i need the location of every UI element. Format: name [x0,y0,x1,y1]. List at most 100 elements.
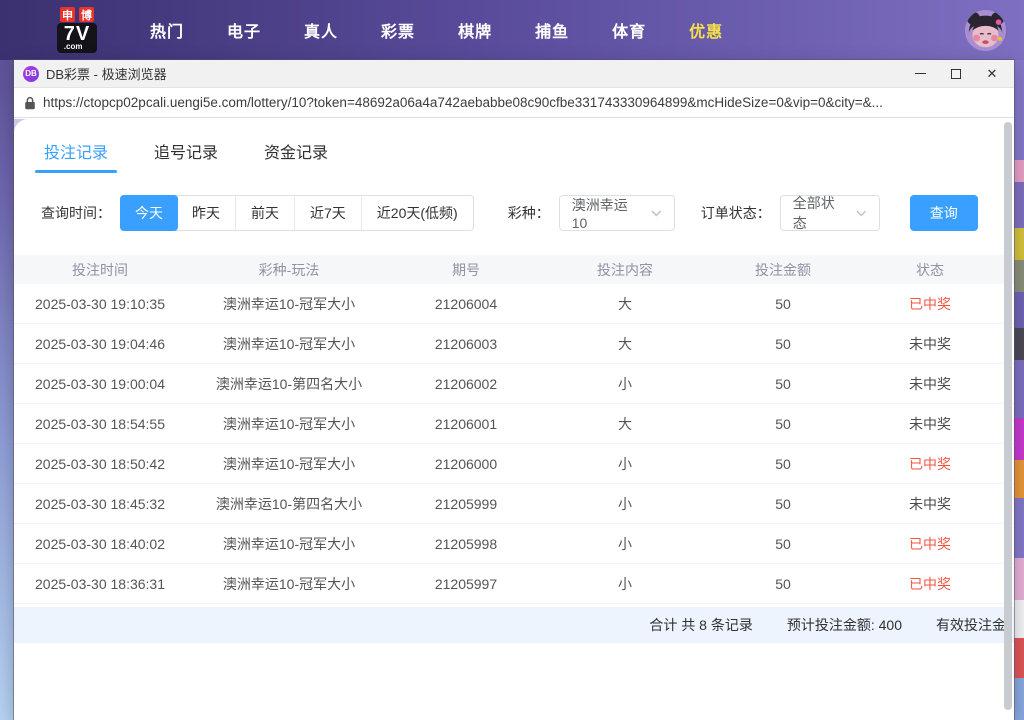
game-type-cell: 澳洲幸运10-冠军大小 [186,574,392,594]
status-cell: 未中奖 [856,494,1004,514]
time-option-yesterday[interactable]: 昨天 [177,196,235,230]
bet-content-cell: 大 [540,334,710,354]
nav-item-promo[interactable]: 优惠 [689,18,723,42]
issue-cell: 21206000 [392,456,540,472]
game-type-cell: 澳洲幸运10-第四名大小 [186,494,392,514]
col-header-amount: 投注金额 [710,260,856,280]
order-status-select[interactable]: 全部状态 [780,195,880,231]
time-option-daybefore[interactable]: 前天 [235,196,294,230]
nav-item-electronic[interactable]: 电子 [227,18,261,42]
site-logo[interactable]: 申 博 7V .com [44,7,110,53]
search-button[interactable]: 查询 [910,195,978,231]
status-cell: 已中奖 [856,294,1004,314]
maximize-button[interactable] [938,60,974,87]
nav-item-chess[interactable]: 棋牌 [458,18,492,42]
time-option-20days[interactable]: 近20天(低频) [361,196,473,230]
lottery-select[interactable]: 澳洲幸运10 [559,195,675,231]
filter-bar: 查询时间： 今天 昨天 前天 近7天 近20天(低频) 彩种： 澳洲幸运10 [41,195,1014,231]
bet-time-cell: 2025-03-30 19:04:46 [14,336,186,352]
record-tabs: 投注记录 追号记录 资金记录 [14,119,1014,175]
bet-time-cell: 2025-03-30 18:40:02 [14,536,186,552]
bet-content-cell: 小 [540,534,710,554]
bet-content-cell: 小 [540,574,710,594]
col-header-issue: 期号 [392,260,540,280]
browser-address-bar[interactable]: https://ctopcp02pcali.uengi5e.com/lotter… [14,88,1014,118]
scrollbar-thumb[interactable] [1004,122,1012,710]
bet-time-cell: 2025-03-30 18:36:31 [14,576,186,592]
game-type-cell: 澳洲幸运10-冠军大小 [186,294,392,314]
bet-amount-cell: 50 [710,376,856,392]
status-cell: 已中奖 [856,574,1004,594]
time-option-7days[interactable]: 近7天 [294,196,361,230]
bet-time-cell: 2025-03-30 18:50:42 [14,456,186,472]
minimize-icon [915,73,926,74]
status-cell: 未中奖 [856,374,1004,394]
bet-records-table: 投注时间 彩种-玩法 期号 投注内容 投注金额 状态 2025-03-30 19… [14,255,1014,643]
game-type-cell: 澳洲幸运10-第四名大小 [186,374,392,394]
nav-item-live[interactable]: 真人 [304,18,338,42]
chevron-down-icon [856,210,867,217]
nav-item-fishing[interactable]: 捕鱼 [535,18,569,42]
table-row: 2025-03-30 18:36:31 澳洲幸运10-冠军大小 21205997… [14,564,1014,604]
time-option-today[interactable]: 今天 [120,195,178,231]
issue-cell: 21205999 [392,496,540,512]
bet-time-cell: 2025-03-30 18:45:32 [14,496,186,512]
issue-cell: 21205998 [392,536,540,552]
bet-amount-cell: 50 [710,456,856,472]
tab-bet-records[interactable]: 投注记录 [41,135,111,175]
tab-fund-records[interactable]: 资金记录 [261,135,331,175]
issue-cell: 21206004 [392,296,540,312]
nav-item-lottery[interactable]: 彩票 [381,18,415,42]
lock-icon [24,96,36,110]
logo-badge-shen: 申 [60,7,75,22]
nav-item-hot[interactable]: 热门 [150,18,184,42]
nav-item-sports[interactable]: 体育 [612,18,646,42]
minimize-button[interactable] [902,60,938,87]
table-row: 2025-03-30 18:50:42 澳洲幸运10-冠军大小 21206000… [14,444,1014,484]
bet-amount-cell: 50 [710,536,856,552]
bet-amount-cell: 50 [710,576,856,592]
issue-cell: 21205997 [392,576,540,592]
bet-time-cell: 2025-03-30 19:00:04 [14,376,186,392]
col-header-time: 投注时间 [14,260,186,280]
bet-content-cell: 小 [540,494,710,514]
lottery-filter-label: 彩种： [508,203,550,223]
logo-badges: 申 博 [60,7,94,22]
time-range-group: 今天 昨天 前天 近7天 近20天(低频) [120,195,474,231]
close-button[interactable] [974,60,1010,87]
issue-cell: 21206002 [392,376,540,392]
summary-expected: 预计投注金额: 400 [787,615,902,635]
summary-bar: 合计 共 8 条记录 预计投注金额: 400 有效投注金 [14,607,1014,643]
scrollbar[interactable] [1004,122,1012,710]
table-row: 2025-03-30 19:00:04 澳洲幸运10-第四名大小 2120600… [14,364,1014,404]
game-type-cell: 澳洲幸运10-冠军大小 [186,534,392,554]
close-icon [987,65,998,83]
table-row: 2025-03-30 19:04:46 澳洲幸运10-冠军大小 21206003… [14,324,1014,364]
status-cell: 未中奖 [856,414,1004,434]
records-panel: 投注记录 追号记录 资金记录 查询时间： 今天 昨天 前天 近7天 近20天(低… [14,119,1014,720]
game-type-cell: 澳洲幸运10-冠军大小 [186,334,392,354]
maximize-icon [951,69,961,79]
browser-titlebar[interactable]: DB DB彩票 - 极速浏览器 [14,60,1014,88]
table-row: 2025-03-30 18:54:55 澳洲幸运10-冠军大小 21206001… [14,404,1014,444]
logo-badge-bo: 博 [79,7,94,22]
tab-chase-records[interactable]: 追号记录 [151,135,221,175]
window-title: DB彩票 - 极速浏览器 [46,64,167,83]
summary-total: 合计 共 8 条记录 [649,615,752,635]
user-avatar[interactable] [963,8,1008,53]
bet-content-cell: 大 [540,294,710,314]
bet-content-cell: 小 [540,374,710,394]
issue-cell: 21206003 [392,336,540,352]
bet-content-cell: 大 [540,414,710,434]
game-type-cell: 澳洲幸运10-冠军大小 [186,454,392,474]
bet-content-cell: 小 [540,454,710,474]
browser-app-icon: DB [23,66,39,82]
game-type-cell: 澳洲幸运10-冠军大小 [186,414,392,434]
table-header-row: 投注时间 彩种-玩法 期号 投注内容 投注金额 状态 [14,255,1014,284]
table-row: 2025-03-30 18:45:32 澳洲幸运10-第四名大小 2120599… [14,484,1014,524]
col-header-status: 状态 [856,260,1004,280]
table-row: 2025-03-30 19:10:35 澳洲幸运10-冠军大小 21206004… [14,284,1014,324]
chevron-down-icon [651,210,662,217]
bet-amount-cell: 50 [710,296,856,312]
site-nav-items: 热门 电子 真人 彩票 棋牌 捕鱼 体育 优惠 [150,18,723,42]
